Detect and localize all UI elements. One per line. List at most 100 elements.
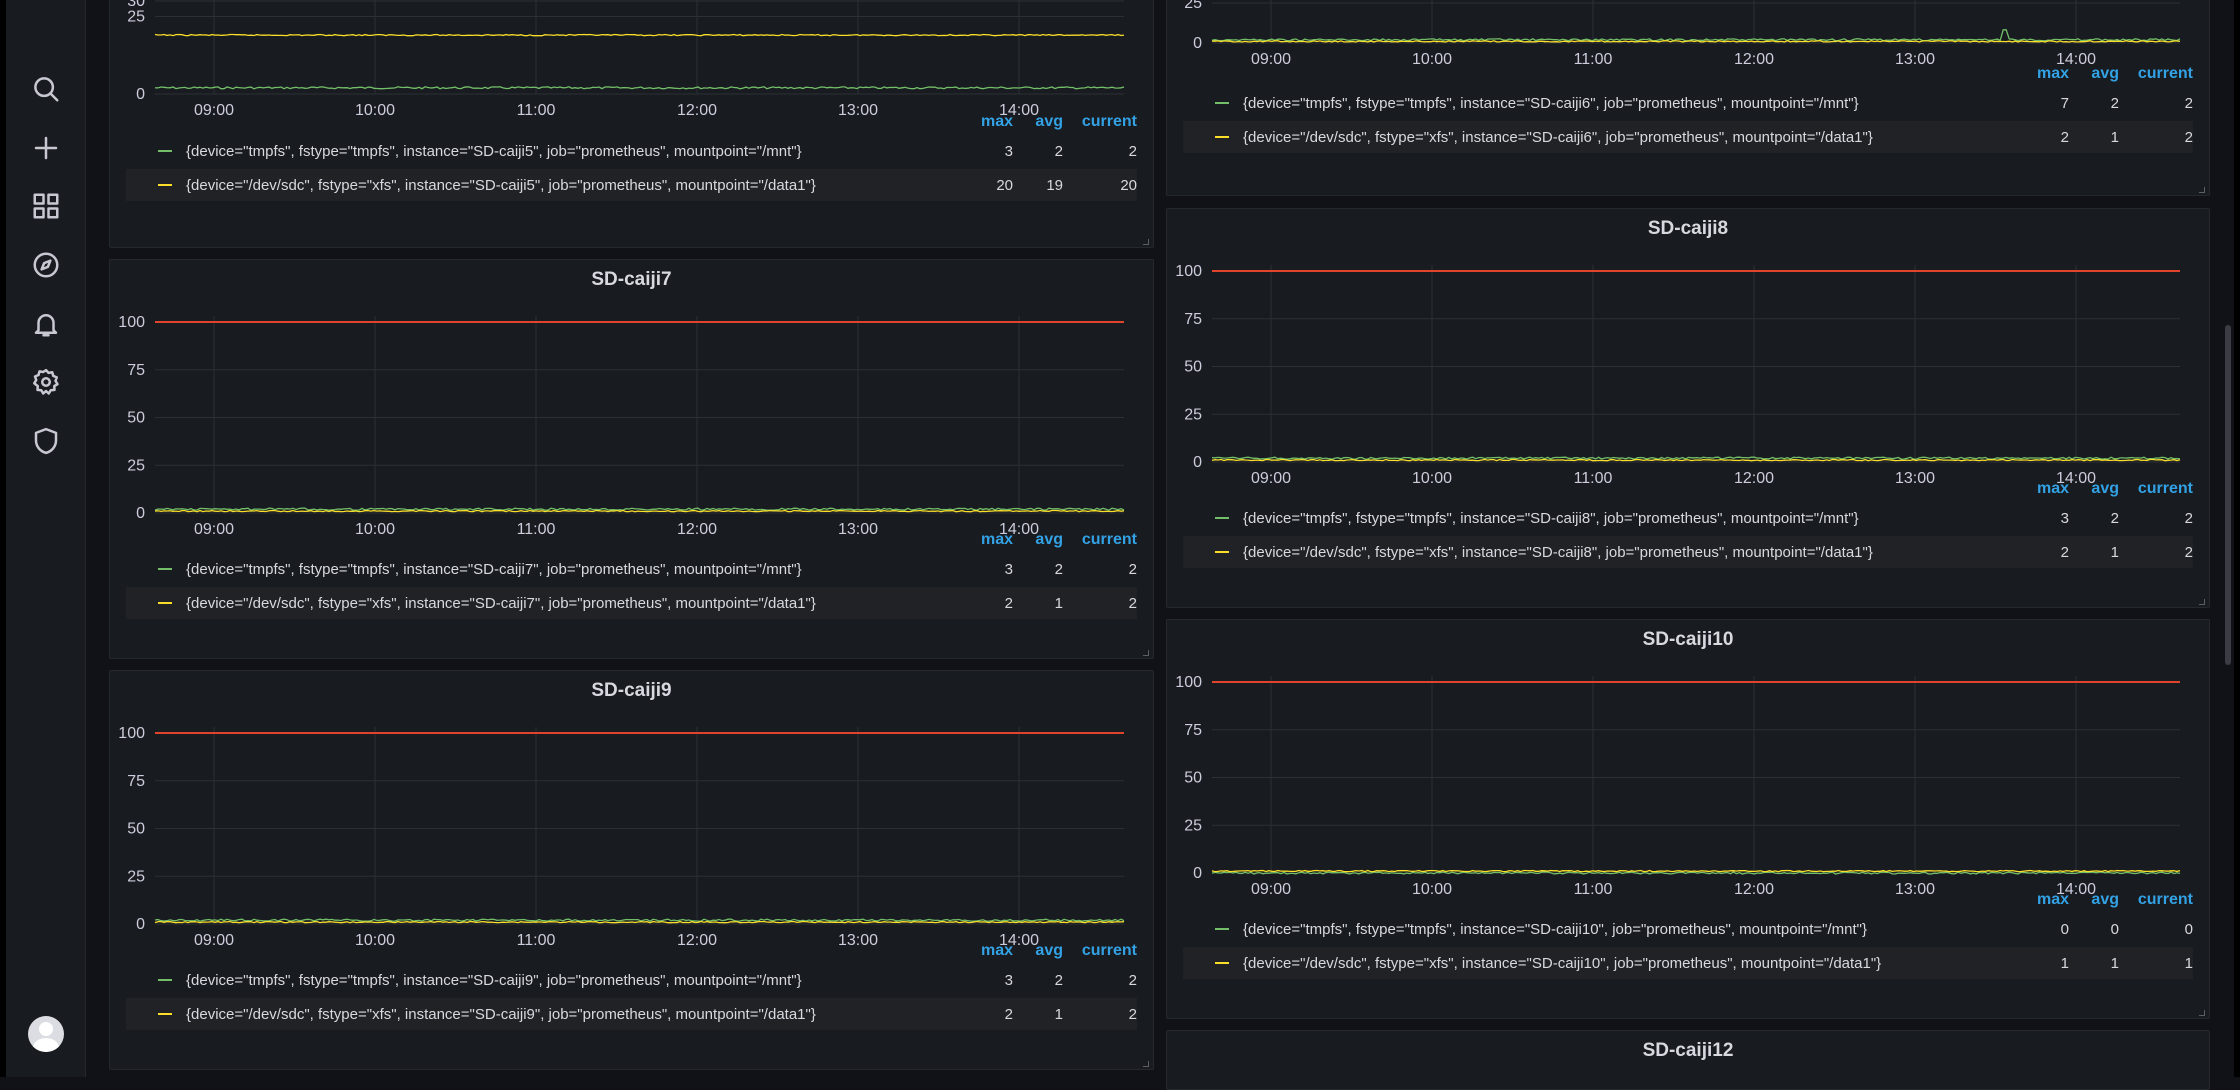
- legend-header-current[interactable]: current: [1082, 942, 1137, 960]
- series-color-swatch[interactable]: [1215, 928, 1229, 930]
- series-color-swatch[interactable]: [1215, 551, 1229, 553]
- legend-value-max: 3: [1004, 972, 1013, 989]
- series-name[interactable]: {device="/dev/sdc", fstype="xfs", instan…: [1243, 955, 1881, 972]
- legend-row[interactable]: {device="/dev/sdc", fstype="xfs", instan…: [1183, 121, 2193, 153]
- series-color-swatch[interactable]: [1215, 517, 1229, 519]
- series-line[interactable]: [154, 33, 1125, 37]
- legend-value-current: 2: [1128, 972, 1137, 989]
- panel-p5[interactable]: 30 25 0 09:00 10:00 11:00 12:00 13:00 14:00 max av…: [109, 0, 1154, 248]
- legend-header-current[interactable]: current: [1082, 113, 1137, 131]
- series-color-swatch[interactable]: [1215, 136, 1229, 138]
- series-name[interactable]: {device="/dev/sdc", fstype="xfs", instan…: [186, 177, 816, 194]
- legend-row[interactable]: {device="/dev/sdc", fstype="xfs", instan…: [126, 998, 1137, 1030]
- legend-header-max[interactable]: max: [981, 942, 1013, 960]
- legend-header-max[interactable]: max: [2037, 891, 2069, 909]
- series-line[interactable]: [154, 509, 1125, 513]
- explore-icon[interactable]: [28, 247, 64, 283]
- legend-row[interactable]: {device="/dev/sdc", fstype="xfs", instan…: [1183, 536, 2193, 568]
- legend-row[interactable]: {device="tmpfs", fstype="tmpfs", instanc…: [1183, 502, 2193, 534]
- panel-p9[interactable]: SD-caiji9 100 75 50 25 0 09:00 10:00 11:00 12:00 1…: [109, 670, 1154, 1070]
- series-color-swatch[interactable]: [158, 184, 172, 186]
- y-tick-label: 25: [1184, 817, 1202, 834]
- series-color-swatch[interactable]: [1215, 962, 1229, 964]
- legend-header-max[interactable]: max: [2037, 65, 2069, 83]
- legend-row[interactable]: {device="/dev/sdc", fstype="xfs", instan…: [1183, 947, 2193, 979]
- series-line[interactable]: [1211, 29, 2181, 42]
- series-name[interactable]: {device="tmpfs", fstype="tmpfs", instanc…: [186, 561, 802, 578]
- legend-value-current: 2: [1128, 1006, 1137, 1023]
- panel-p12[interactable]: SD-caiji12: [1166, 1030, 2210, 1090]
- legend-row[interactable]: {device="/dev/sdc", fstype="xfs", instan…: [126, 169, 1137, 201]
- legend-value-current: 2: [1128, 595, 1137, 612]
- series-line[interactable]: [154, 86, 1125, 90]
- legend-row[interactable]: {device="tmpfs", fstype="tmpfs", instanc…: [126, 135, 1137, 167]
- panel-title[interactable]: SD-caiji12: [1167, 1040, 2209, 1062]
- panel-p6[interactable]: 25 0 09:00 10:00 11:00 12:00 13:00 14:00 max avg c…: [1166, 0, 2210, 196]
- series-color-swatch[interactable]: [158, 150, 172, 152]
- series-color-swatch[interactable]: [1215, 102, 1229, 104]
- series-line[interactable]: [154, 920, 1125, 924]
- legend-header-max[interactable]: max: [981, 113, 1013, 131]
- shield-icon[interactable]: [28, 423, 64, 459]
- legend-header-current[interactable]: current: [2138, 480, 2193, 498]
- series-line[interactable]: [154, 507, 1125, 511]
- legend-row[interactable]: {device="/dev/sdc", fstype="xfs", instan…: [126, 587, 1137, 619]
- search-icon[interactable]: [28, 71, 64, 107]
- legend-row[interactable]: {device="tmpfs", fstype="tmpfs", instanc…: [1183, 913, 2193, 945]
- series-line[interactable]: [1211, 869, 2181, 873]
- legend-row[interactable]: {device="tmpfs", fstype="tmpfs", instanc…: [126, 964, 1137, 996]
- panel-resize-handle[interactable]: [1143, 650, 1149, 656]
- settings-icon[interactable]: [28, 364, 64, 400]
- legend-header-avg[interactable]: avg: [2091, 480, 2119, 498]
- legend: max avg current {device="tmpfs", fstype="tm…: [1183, 65, 2193, 155]
- series-line[interactable]: [1211, 456, 2181, 460]
- plus-icon[interactable]: [28, 130, 64, 166]
- series-name[interactable]: {device="/dev/sdc", fstype="xfs", instan…: [1243, 129, 1873, 146]
- series-color-swatch[interactable]: [158, 979, 172, 981]
- series-color-swatch[interactable]: [158, 1013, 172, 1015]
- legend-header-current[interactable]: current: [2138, 891, 2193, 909]
- legend-row[interactable]: {device="tmpfs", fstype="tmpfs", instanc…: [126, 553, 1137, 585]
- panel-resize-handle[interactable]: [2199, 599, 2205, 605]
- legend-header-current[interactable]: current: [2138, 65, 2193, 83]
- user-avatar[interactable]: [28, 1016, 64, 1052]
- legend-header-avg[interactable]: avg: [2091, 65, 2119, 83]
- series-name[interactable]: {device="tmpfs", fstype="tmpfs", instanc…: [186, 972, 802, 989]
- panel-p10[interactable]: SD-caiji10 100 75 50 25 0 09:00 10:00 11:00 12:00…: [1166, 619, 2210, 1019]
- series-name[interactable]: {device="tmpfs", fstype="tmpfs", instanc…: [1243, 95, 1859, 112]
- legend-header: max avg current: [1183, 480, 2193, 500]
- legend-header-avg[interactable]: avg: [1035, 942, 1063, 960]
- panel-resize-handle[interactable]: [2199, 187, 2205, 193]
- y-tick-label: 75: [1184, 722, 1202, 739]
- scrollbar[interactable]: [2222, 0, 2234, 1077]
- legend-value-avg: 2: [2110, 510, 2119, 527]
- series-line[interactable]: [1211, 871, 2181, 875]
- scrollbar-thumb[interactable]: [2225, 325, 2231, 665]
- series-name[interactable]: {device="/dev/sdc", fstype="xfs", instan…: [186, 1006, 816, 1023]
- panel-resize-handle[interactable]: [1143, 1061, 1149, 1067]
- y-tick-label: 75: [1184, 311, 1202, 328]
- legend-row[interactable]: {device="tmpfs", fstype="tmpfs", instanc…: [1183, 87, 2193, 119]
- series-color-swatch[interactable]: [158, 568, 172, 570]
- series-color-swatch[interactable]: [158, 602, 172, 604]
- panel-resize-handle[interactable]: [1143, 239, 1149, 245]
- legend-header-max[interactable]: max: [981, 531, 1013, 549]
- series-name[interactable]: {device="tmpfs", fstype="tmpfs", instanc…: [186, 143, 802, 160]
- legend-header-avg[interactable]: avg: [1035, 531, 1063, 549]
- panel-p7[interactable]: SD-caiji7 100 75 50 25 0 09:00 10:00 11:00 12:00 1…: [109, 259, 1154, 659]
- series-name[interactable]: {device="tmpfs", fstype="tmpfs", instanc…: [1243, 510, 1859, 527]
- legend-header-avg[interactable]: avg: [1035, 113, 1063, 131]
- panel-resize-handle[interactable]: [2199, 1010, 2205, 1016]
- alerting-icon[interactable]: [28, 306, 64, 342]
- legend-header-current[interactable]: current: [1082, 531, 1137, 549]
- series-line[interactable]: [1211, 458, 2181, 462]
- legend-header-avg[interactable]: avg: [2091, 891, 2119, 909]
- series-line[interactable]: [154, 918, 1125, 922]
- y-tick-label: 100: [118, 725, 145, 742]
- series-name[interactable]: {device="tmpfs", fstype="tmpfs", instanc…: [1243, 921, 1867, 938]
- panel-p8[interactable]: SD-caiji8 100 75 50 25 0 09:00 10:00 11:00 12:00 1…: [1166, 208, 2210, 608]
- series-name[interactable]: {device="/dev/sdc", fstype="xfs", instan…: [186, 595, 816, 612]
- legend-header-max[interactable]: max: [2037, 480, 2069, 498]
- series-name[interactable]: {device="/dev/sdc", fstype="xfs", instan…: [1243, 544, 1873, 561]
- dashboards-icon[interactable]: [28, 188, 64, 224]
